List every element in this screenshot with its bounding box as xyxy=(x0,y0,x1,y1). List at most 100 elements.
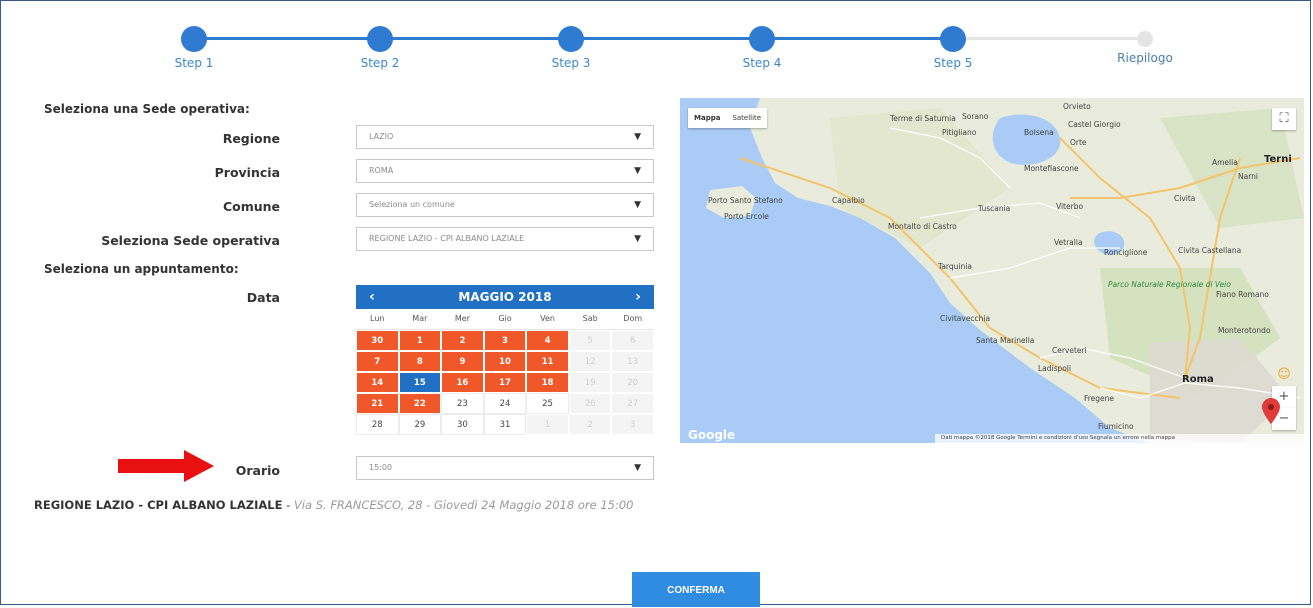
map-place-label: Parco Naturale Regionale di Veio xyxy=(1108,280,1231,289)
calendar-day[interactable]: 16 xyxy=(441,372,484,393)
stepper-connector xyxy=(762,37,953,40)
calendar-day[interactable]: 11 xyxy=(526,351,569,372)
pegman-icon[interactable]: ☺ xyxy=(1272,364,1296,386)
map-place-label: Civita xyxy=(1174,194,1196,203)
calendar-day[interactable]: 4 xyxy=(526,330,569,351)
appointment-summary: REGIONE LAZIO - CPI ALBANO LAZIALE - Via… xyxy=(34,496,674,515)
map-view[interactable]: Orvieto Terme di Saturnia Sorano Pitigliano… xyxy=(680,98,1304,443)
stepper-label-2: Step 2 xyxy=(360,56,400,70)
comune-value: Seleziona un comune xyxy=(369,200,455,209)
map-place-label: Cerveteri xyxy=(1052,346,1087,355)
calendar-day[interactable]: 3 xyxy=(483,330,527,351)
regione-select[interactable]: LAZIO ▼ xyxy=(356,125,654,149)
fullscreen-icon[interactable]: ⛶ xyxy=(1272,108,1296,130)
calendar-day: 5 xyxy=(568,330,612,351)
calendar-day[interactable]: 21 xyxy=(356,393,399,414)
stepper-label-6: Riepilogo xyxy=(1117,51,1173,65)
sede-operativa-label: Seleziona Sede operativa xyxy=(101,233,280,248)
calendar-day[interactable]: 30 xyxy=(356,330,399,351)
data-label: Data xyxy=(246,290,280,305)
map-place-label: Fiumicino xyxy=(1098,422,1134,431)
provincia-select[interactable]: ROMA ▼ xyxy=(356,159,654,183)
map-place-label: Capalbio xyxy=(832,196,865,205)
calendar-day: 26 xyxy=(568,393,612,414)
calendar-day[interactable]: 17 xyxy=(483,372,527,393)
calendar-day: 13 xyxy=(611,351,654,372)
stepper-connector xyxy=(953,37,1145,40)
stepper-dot-4 xyxy=(749,26,775,52)
map-place-label: Montefiascone xyxy=(1024,164,1079,173)
calendar-day: 27 xyxy=(611,393,654,414)
progress-stepper: Step 1 Step 2 Step 3 Step 4 Step 5 Riepilogo xyxy=(0,0,1313,75)
map-place-label: Fregene xyxy=(1084,394,1115,403)
summary-details: Via S. FRANCESCO, 28 - Giovedì 24 Maggio… xyxy=(293,498,634,512)
summary-sede-name: REGIONE LAZIO - CPI ALBANO LAZIALE xyxy=(34,498,283,512)
calendar-day-selected[interactable]: 15 xyxy=(398,372,442,393)
calendar-day[interactable]: 18 xyxy=(526,372,569,393)
calendar-day[interactable]: 10 xyxy=(483,351,527,372)
map-place-label: Terni xyxy=(1264,154,1292,165)
calendar-day[interactable]: 14 xyxy=(356,372,399,393)
calendar-day[interactable]: 9 xyxy=(441,351,484,372)
calendar-day[interactable]: 22 xyxy=(398,393,442,414)
sede-operativa-value: REGIONE LAZIO - CPI ALBANO LAZIALE xyxy=(369,234,525,243)
sede-operativa-select[interactable]: REGIONE LAZIO - CPI ALBANO LAZIALE ▼ xyxy=(356,227,654,251)
chevron-down-icon: ▼ xyxy=(634,234,641,244)
calendar-weekday: Mar xyxy=(398,309,442,330)
provincia-value: ROMA xyxy=(369,166,394,175)
calendar-weekday: Dom xyxy=(611,309,654,330)
stepper-dot-2 xyxy=(367,26,393,52)
sede-section-title: Seleziona una Sede operativa: xyxy=(44,102,250,116)
map-place-label: Montalto di Castro xyxy=(888,222,957,231)
map-place-label: Bolsena xyxy=(1024,128,1054,137)
stepper-connector xyxy=(380,37,571,40)
map-place-label: Orte xyxy=(1070,138,1087,147)
calendar-day: 6 xyxy=(611,330,654,351)
map-tab-satellite[interactable]: Satellite xyxy=(726,108,767,128)
map-place-label: Fiano Romano xyxy=(1216,290,1269,299)
calendar-day: 2 xyxy=(568,414,612,435)
map-place-label: Roma xyxy=(1182,374,1214,385)
comune-select[interactable]: Seleziona un comune ▼ xyxy=(356,193,654,217)
stepper-label-4: Step 4 xyxy=(742,56,782,70)
summary-separator: - xyxy=(282,498,294,512)
stepper-dot-5 xyxy=(940,26,966,52)
calendar-prev-button[interactable]: ‹ xyxy=(360,285,384,309)
orario-value: 15:00 xyxy=(369,463,393,472)
map-tab-mappa[interactable]: Mappa xyxy=(688,108,726,128)
map-marker-icon[interactable] xyxy=(1262,398,1280,424)
regione-value: LAZIO xyxy=(369,132,394,141)
map-place-label: Tarquinia xyxy=(938,262,972,271)
map-place-label: Pitigliano xyxy=(942,128,977,137)
orario-select[interactable]: 15:00 ▼ xyxy=(356,456,654,480)
map-place-label: Ladispoli xyxy=(1038,364,1072,373)
map-place-label: Monterotondo xyxy=(1218,326,1271,335)
map-type-control: Mappa Satellite xyxy=(688,108,768,128)
map-place-label: Sorano xyxy=(962,112,989,121)
confirm-button[interactable]: CONFERMA xyxy=(632,572,760,607)
calendar-day[interactable]: 8 xyxy=(398,351,442,372)
map-place-label: Tuscania xyxy=(978,204,1011,213)
stepper-dot-6 xyxy=(1137,31,1153,47)
map-place-label: Ronciglione xyxy=(1104,248,1148,257)
calendar-weekday: Sab xyxy=(568,309,612,330)
date-picker-calendar: ‹ MAGGIO 2018 › Lun Mar Mer Gio Ven Sab Dom 30… xyxy=(356,285,654,435)
chevron-down-icon: ▼ xyxy=(634,166,641,176)
map-terrain xyxy=(706,98,1304,443)
stepper-dot-3 xyxy=(558,26,584,52)
calendar-day: 19 xyxy=(568,372,612,393)
stepper-dot-1 xyxy=(181,26,207,52)
calendar-day: 12 xyxy=(568,351,612,372)
stepper-connector xyxy=(194,37,380,40)
calendar-day[interactable]: 2 xyxy=(441,330,484,351)
calendar-day[interactable]: 7 xyxy=(356,351,399,372)
calendar-day: 1 xyxy=(526,414,569,435)
chevron-down-icon: ▼ xyxy=(634,132,641,142)
map-place-label: Porto Santo Stefano xyxy=(708,196,783,205)
calendar-next-button[interactable]: › xyxy=(626,285,650,309)
map-place-label: Vetralla xyxy=(1054,238,1083,247)
calendar-day[interactable]: 1 xyxy=(398,330,442,351)
calendar-day: 20 xyxy=(611,372,654,393)
calendar-days-grid: 30 1 2 3 4 5 6 7 8 9 10 11 12 13 14 15 16 17 18 19 20 21 22 23 2… xyxy=(356,330,654,435)
stepper-label-3: Step 3 xyxy=(551,56,591,70)
